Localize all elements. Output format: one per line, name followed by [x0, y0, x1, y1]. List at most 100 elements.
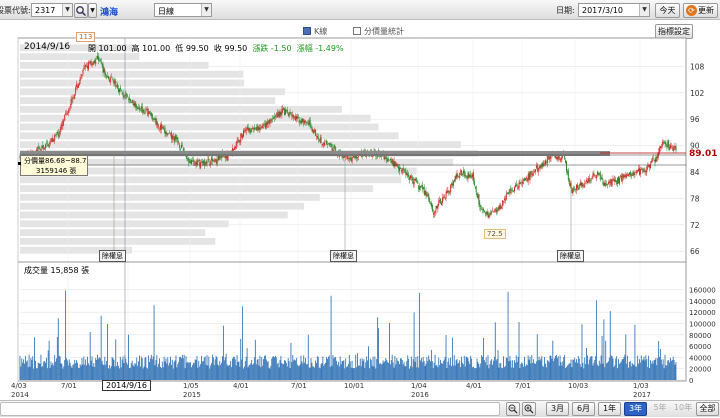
volume-bar — [108, 368, 109, 380]
volume-bar — [243, 366, 245, 380]
volume-bar — [651, 360, 653, 380]
candle-body — [463, 170, 465, 176]
ex-dividend-badge[interactable]: 除權息 — [99, 250, 126, 262]
period-3y-button[interactable]: 3年 — [624, 402, 647, 416]
volume-bar — [78, 367, 80, 380]
period-6m-button[interactable]: 6月 — [572, 402, 595, 416]
volume-bar — [599, 363, 601, 380]
candle-body — [420, 186, 422, 188]
volume-bar — [575, 362, 577, 380]
volume-bar — [666, 365, 668, 380]
volume-bar — [335, 356, 337, 380]
volume-bar — [193, 363, 195, 380]
volume-bar — [379, 363, 381, 380]
volume-bar — [74, 359, 76, 380]
volume-bar — [99, 358, 101, 380]
year-tick-label: 2017 — [633, 391, 651, 399]
volume-bar — [443, 359, 445, 380]
volume-bar — [657, 358, 659, 380]
candle-body — [489, 213, 491, 215]
volume-bar — [64, 359, 66, 380]
volume-bar — [662, 359, 664, 380]
candle-body — [74, 93, 76, 99]
volume-bar — [517, 356, 519, 380]
candle-body — [272, 118, 274, 119]
volume-bar — [587, 364, 589, 380]
stock-chart[interactable]: 1081029690847872661600001400001200001000… — [0, 0, 720, 400]
period-10y-button[interactable]: 10年 — [673, 402, 693, 416]
candle-body — [153, 119, 155, 120]
candle-body — [255, 127, 257, 131]
candle-body — [92, 62, 94, 65]
volume-bar — [281, 363, 283, 380]
candle-body — [35, 150, 37, 151]
candle-body — [81, 75, 83, 76]
volume-bar — [108, 364, 110, 380]
candle-body — [533, 172, 535, 174]
volume-bar — [319, 368, 321, 380]
period-5y-button[interactable]: 5年 — [650, 402, 670, 416]
candle-body — [262, 125, 264, 129]
volume-bar — [469, 364, 471, 380]
candle-body — [441, 202, 443, 205]
volume-bar — [409, 365, 411, 380]
horizontal-scrollbar[interactable] — [0, 402, 500, 416]
volume-bar — [283, 364, 285, 380]
candle-body — [573, 187, 575, 189]
candle-body — [472, 172, 474, 181]
volume-bar — [663, 368, 665, 380]
volume-bar — [547, 360, 549, 380]
volume-bar — [91, 356, 93, 380]
candle-body — [357, 157, 359, 159]
candle-body — [56, 131, 58, 134]
volume-bar — [116, 366, 118, 380]
volume-bar — [224, 357, 226, 380]
period-1y-button[interactable]: 1年 — [598, 402, 621, 416]
candle-body — [414, 178, 416, 181]
volume-bar — [600, 355, 602, 380]
candle-body — [290, 113, 292, 115]
candle-body — [478, 194, 480, 205]
volume-tick-label: 0 — [689, 377, 693, 385]
candle-body — [72, 97, 74, 100]
candle-body — [104, 70, 106, 75]
volume-bar — [420, 360, 421, 380]
volume-bar — [457, 363, 459, 380]
candle-body — [83, 67, 85, 69]
volume-bar — [194, 359, 196, 380]
candle-body — [422, 187, 424, 190]
candle-body — [586, 179, 588, 182]
candle-body — [329, 143, 331, 146]
volume-bar — [598, 360, 600, 380]
volume-bar — [578, 358, 580, 380]
candle-body — [314, 129, 316, 132]
candle-body — [119, 87, 121, 90]
volume-bar — [553, 361, 555, 380]
candle-body — [244, 129, 246, 132]
candle-body — [565, 159, 567, 163]
candle-body — [179, 144, 181, 149]
period-3m-button[interactable]: 3月 — [546, 402, 569, 416]
period-all-button[interactable]: 全部 — [696, 402, 719, 416]
candle-body — [245, 129, 247, 132]
volume-bar — [212, 357, 214, 380]
volume-bar — [315, 360, 317, 380]
volume-bar — [54, 355, 56, 380]
ex-dividend-badge[interactable]: 除權息 — [330, 250, 357, 262]
zoom-out-button[interactable] — [506, 402, 520, 416]
volume-bar — [181, 354, 183, 380]
candle-body — [195, 162, 197, 165]
zoom-in-button[interactable] — [522, 402, 536, 416]
ex-dividend-badge[interactable]: 除權息 — [557, 250, 584, 262]
candle-body — [483, 210, 485, 212]
volume-bar — [123, 362, 125, 380]
volume-bar — [185, 356, 187, 380]
candle-body — [567, 170, 569, 180]
price-tick-label: 66 — [690, 247, 700, 256]
volume-bar — [333, 358, 335, 380]
volume-bar — [402, 364, 404, 380]
candle-body — [204, 162, 206, 165]
candle-body — [254, 128, 256, 130]
volume-bar — [149, 358, 151, 380]
volume-bar — [264, 355, 266, 380]
